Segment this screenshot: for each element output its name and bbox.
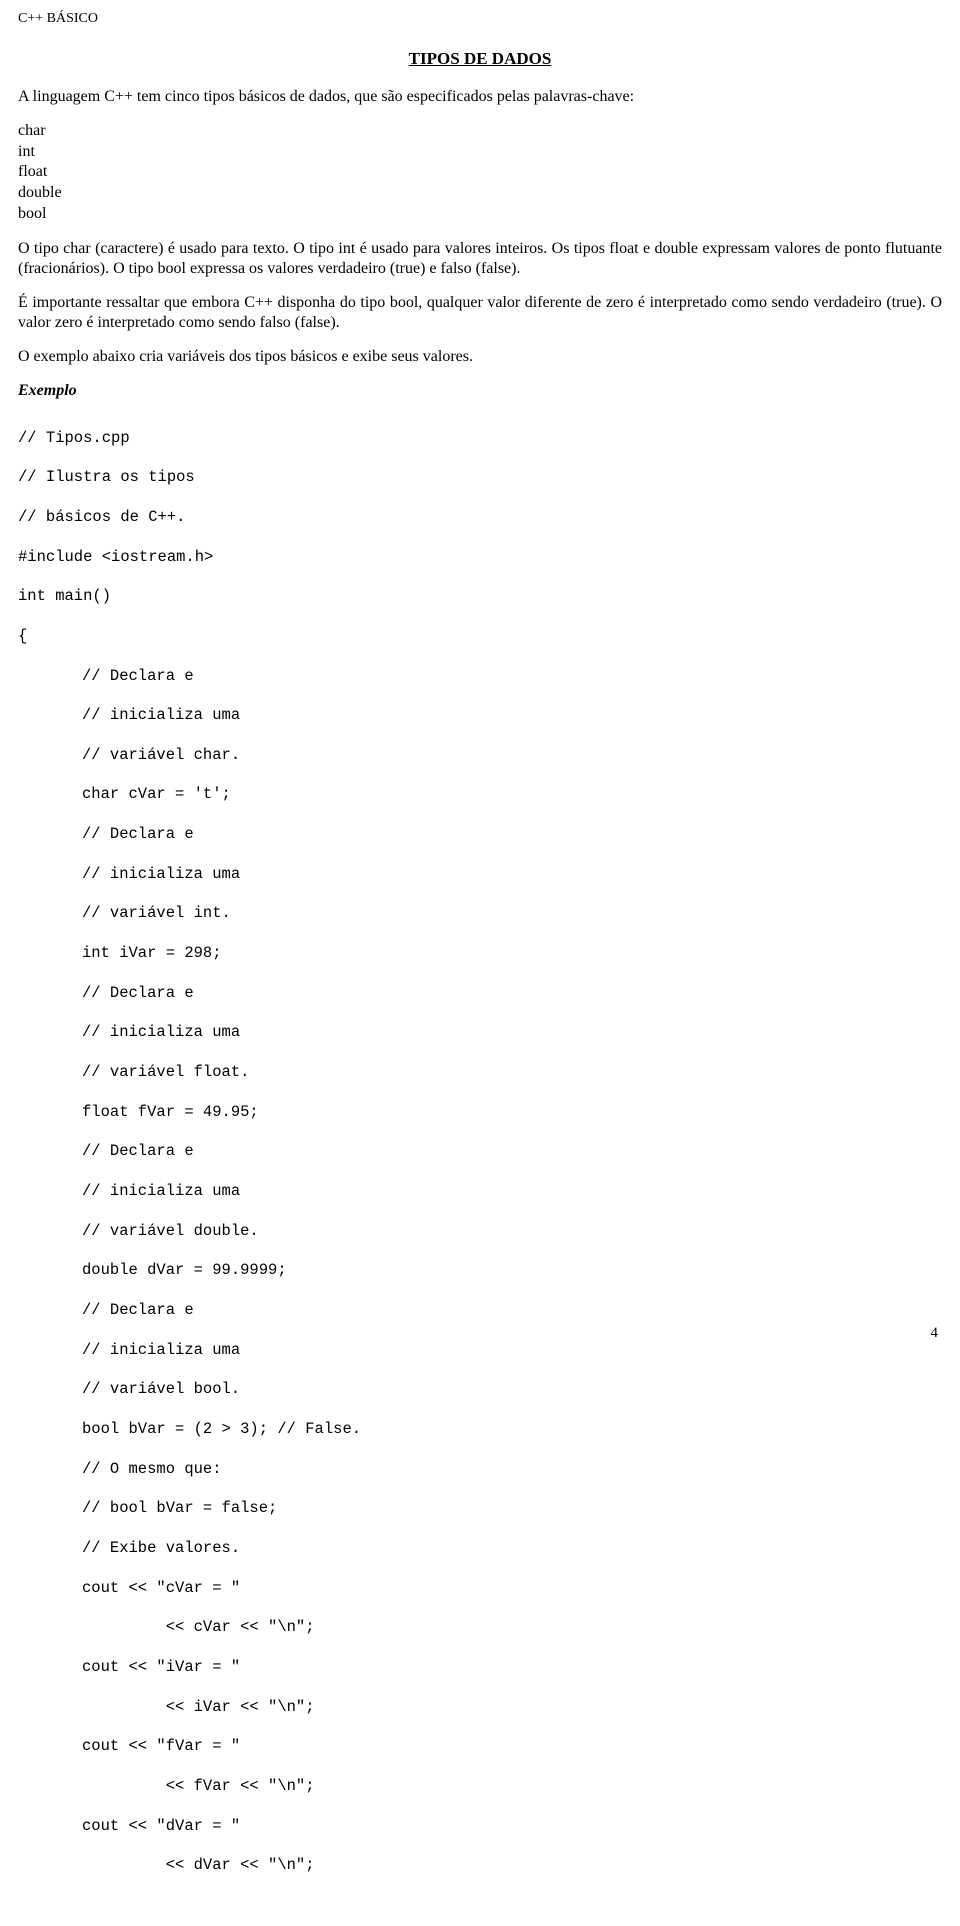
code-line: // O mesmo que:: [82, 1460, 942, 1480]
code-line: // básicos de C++.: [18, 508, 942, 528]
code-line: // variável float.: [82, 1063, 942, 1083]
code-line: // variável double.: [82, 1222, 942, 1242]
code-line: // Tipos.cpp: [18, 429, 942, 449]
example-heading: Exemplo: [18, 381, 942, 401]
code-line: // Exibe valores.: [82, 1539, 942, 1559]
code-line: cout << "fVar = ": [82, 1737, 942, 1757]
type-item: bool: [18, 204, 942, 225]
code-line: // inicializa uma: [82, 1023, 942, 1043]
type-item: int: [18, 142, 942, 163]
type-item: double: [18, 183, 942, 204]
type-item: float: [18, 162, 942, 183]
code-line: float fVar = 49.95;: [82, 1103, 942, 1123]
code-line: // variável bool.: [82, 1380, 942, 1400]
code-line: // variável char.: [82, 746, 942, 766]
paragraph-example-intro: O exemplo abaixo cria variáveis dos tipo…: [18, 347, 942, 367]
doc-title: TIPOS DE DADOS: [18, 48, 942, 69]
code-block: // Tipos.cpp // Ilustra os tipos // bási…: [18, 409, 942, 1896]
code-line: // Declara e: [82, 984, 942, 1004]
code-line: {: [18, 627, 942, 647]
code-line: #include <iostream.h>: [18, 548, 942, 568]
code-line: // inicializa uma: [82, 865, 942, 885]
type-item: char: [18, 121, 942, 142]
code-line: << cVar << "\n";: [82, 1618, 942, 1638]
code-line: // Declara e: [82, 1301, 942, 1321]
code-line: double dVar = 99.9999;: [82, 1261, 942, 1281]
code-line: cout << "dVar = ": [82, 1817, 942, 1837]
code-line: << fVar << "\n";: [82, 1777, 942, 1797]
code-line: // Declara e: [82, 1142, 942, 1162]
code-line: // Declara e: [82, 825, 942, 845]
code-line: // bool bVar = false;: [82, 1499, 942, 1519]
paragraph-explain: O tipo char (caractere) é usado para tex…: [18, 239, 942, 279]
page-number: 4: [931, 1324, 939, 1343]
code-line: << dVar << "\n";: [82, 1856, 942, 1876]
code-line: cout << "cVar = ": [82, 1579, 942, 1599]
code-line: int iVar = 298;: [82, 944, 942, 964]
paragraph-intro: A linguagem C++ tem cinco tipos básicos …: [18, 87, 942, 107]
code-line: // Declara e: [82, 667, 942, 687]
code-line: // inicializa uma: [82, 706, 942, 726]
code-line: bool bVar = (2 > 3); // False.: [82, 1420, 942, 1440]
code-line: // Ilustra os tipos: [18, 468, 942, 488]
code-line: // inicializa uma: [82, 1341, 942, 1361]
code-line: << iVar << "\n";: [82, 1698, 942, 1718]
code-line: cout << "iVar = ": [82, 1658, 942, 1678]
paragraph-bool-note: É importante ressaltar que embora C++ di…: [18, 293, 942, 333]
code-line: char cVar = 't';: [82, 785, 942, 805]
code-line: // variável int.: [82, 904, 942, 924]
code-line: // inicializa uma: [82, 1182, 942, 1202]
code-line: int main(): [18, 587, 942, 607]
type-list: char int float double bool: [18, 121, 942, 225]
page-header: C++ BÁSICO: [18, 10, 942, 28]
